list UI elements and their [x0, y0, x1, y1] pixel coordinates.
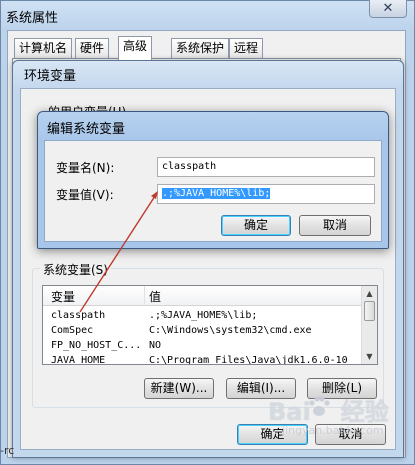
edit-cancel-button[interactable]: 取消	[299, 215, 371, 236]
selected-text: .;%JAVA_HOME%\lib;	[162, 188, 271, 199]
variable-value-field[interactable]: .;%JAVA_HOME%\lib;	[157, 184, 375, 204]
close-icon[interactable]: ✕	[369, 0, 407, 18]
edit-dialog-title: 编辑系统变量	[47, 122, 126, 137]
row-name: ComSpec	[51, 325, 94, 336]
table-row[interactable]: ComSpec C:\Windows\system32\cmd.exe	[43, 323, 363, 338]
column-header-value[interactable]: 值	[149, 288, 161, 305]
table-header: 变量 值	[43, 286, 363, 306]
row-name: JAVA_HOME	[51, 355, 106, 365]
watermark-url: jingyan.baidu.com	[282, 424, 384, 437]
variable-name-field[interactable]: classpath	[157, 157, 375, 177]
table-row[interactable]: JAVA_HOME C:\Program Files\Java\jdk1.6.0…	[43, 353, 363, 365]
row-value: C:\Program Files\Java\jdk1.6.0-10	[149, 355, 348, 365]
watermark-brand: Bai	[268, 398, 311, 426]
tab-remote[interactable]: 远程	[229, 38, 264, 58]
scroll-up-icon[interactable]: ▲	[362, 286, 377, 301]
system-properties-title: 系统属性	[6, 11, 59, 26]
watermark-brand-2: 经验	[340, 398, 389, 426]
edit-ok-button[interactable]: 确定	[221, 215, 291, 236]
system-variables-label: 系统变量(S)	[40, 261, 111, 278]
table-row[interactable]: classpath .;%JAVA_HOME%\lib;	[43, 308, 363, 323]
column-header-variable[interactable]: 变量	[51, 288, 75, 305]
row-name: FP_NO_HOST_C...	[51, 340, 142, 351]
environment-variables-title: 环境变量	[24, 69, 77, 84]
left-edge-text: -rc	[0, 444, 15, 457]
variable-name-label: 变量名(N):	[56, 161, 115, 175]
system-variables-table[interactable]: 变量 值 classpath .;%JAVA_HOME%\lib; ComSpe…	[42, 285, 378, 365]
table-row[interactable]: FP_NO_HOST_C... NO	[43, 338, 363, 353]
tab-computer-name[interactable]: 计算机名	[14, 38, 73, 58]
vertical-scrollbar[interactable]: ▲ ▼	[361, 286, 377, 364]
scroll-thumb[interactable]	[364, 301, 375, 321]
variable-value-label: 变量值(V):	[56, 188, 114, 202]
new-variable-button[interactable]: 新建(W)...	[144, 378, 214, 399]
row-value: NO	[149, 340, 162, 351]
row-name: classpath	[51, 310, 106, 321]
row-value: .;%JAVA_HOME%\lib;	[149, 310, 258, 321]
tab-system-protection[interactable]: 系统保护	[171, 38, 230, 58]
paw-logo-icon	[309, 396, 330, 416]
tab-advanced[interactable]: 高级	[118, 36, 153, 60]
scroll-down-icon[interactable]: ▼	[362, 349, 377, 364]
tab-hardware[interactable]: 硬件	[75, 38, 110, 58]
row-value: C:\Windows\system32\cmd.exe	[149, 325, 312, 336]
column-divider[interactable]	[144, 286, 145, 306]
